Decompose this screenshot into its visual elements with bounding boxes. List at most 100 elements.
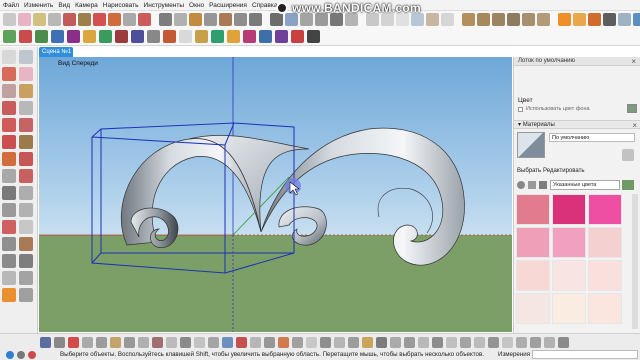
stamp-icon[interactable] [51,30,64,43]
walk-tool-icon[interactable] [2,271,16,285]
color-swatch[interactable] [588,260,622,291]
menu-camera[interactable]: Камера [75,2,98,9]
tool-33-icon[interactable] [530,337,541,348]
color-swatch[interactable] [588,293,622,324]
tool-17-icon[interactable] [306,337,317,348]
paint-icon[interactable] [189,13,202,26]
extension-11-icon[interactable] [275,30,288,43]
tool-23-icon[interactable] [390,337,401,348]
tab-select[interactable]: Выбрать [517,168,541,174]
tool-28-icon[interactable] [460,337,471,348]
textured-icon[interactable] [426,13,439,26]
section-cut-icon[interactable] [588,13,601,26]
tool-16-icon[interactable] [292,337,303,348]
tool-24-icon[interactable] [404,337,415,348]
center-scroll[interactable] [278,206,327,246]
arc-icon[interactable] [63,13,76,26]
tool-20-icon[interactable] [348,337,359,348]
move-icon[interactable] [93,13,106,26]
offset-tool-icon[interactable] [19,169,33,183]
zoom-icon[interactable] [234,13,247,26]
line-tool-icon[interactable] [19,84,33,98]
collection-dropdown[interactable]: Указанные цвета [550,180,620,190]
eraser-icon[interactable] [18,13,31,26]
tool-18-icon[interactable] [320,337,331,348]
tool-14-icon[interactable] [264,337,275,348]
pan-tool-icon[interactable] [19,237,33,251]
menu-help[interactable]: Справка [252,2,278,9]
circle-icon[interactable] [2,101,16,115]
tool-7-icon[interactable] [166,337,177,348]
scale-icon[interactable] [123,13,136,26]
color-swatch[interactable] [588,227,622,258]
flip-edge-icon[interactable] [99,30,112,43]
offset-icon[interactable] [138,13,151,26]
help-icon[interactable] [17,351,25,359]
menu-extensions[interactable]: Расширения [209,2,247,9]
tool-12-icon[interactable] [236,337,247,348]
background-color-swatch[interactable] [627,104,637,113]
menu-draw[interactable]: Нарисовать [103,2,139,9]
color-swatch[interactable] [516,227,550,258]
tool-5-icon[interactable] [138,337,149,348]
tool-6-icon[interactable] [152,337,163,348]
tool-19-icon[interactable] [334,337,345,348]
tab-edit[interactable]: Редактировать [543,168,584,174]
top-view-icon[interactable] [477,13,490,26]
sandbox-contours-icon[interactable] [3,30,16,43]
tool-13-icon[interactable] [250,337,261,348]
color-swatch[interactable] [516,293,550,324]
line-icon[interactable] [33,13,46,26]
back-view-icon[interactable] [522,13,535,26]
close-icon[interactable]: × [631,57,636,66]
use-color-checkbox[interactable] [518,107,523,112]
menu-view[interactable]: Вид [58,2,70,9]
select-tool-icon[interactable] [2,50,16,64]
pushpull-icon[interactable] [78,13,91,26]
menu-file[interactable]: Файл [3,2,19,9]
tool-21-icon[interactable] [362,337,373,348]
text-tool-icon[interactable] [19,203,33,217]
shape-icon[interactable] [48,13,61,26]
color-swatch[interactable] [516,194,550,225]
extension-12-icon[interactable] [291,30,304,43]
color-swatch[interactable] [516,260,550,291]
polygon-icon[interactable] [19,101,33,115]
create-material-icon[interactable] [622,149,634,161]
forward-icon[interactable] [528,181,536,189]
tool-4-icon[interactable] [124,337,135,348]
extension-10-icon[interactable] [259,30,272,43]
tool-26-icon[interactable] [432,337,443,348]
orbit-tool-icon[interactable] [2,237,16,251]
add-detail-icon[interactable] [83,30,96,43]
text-icon[interactable] [174,13,187,26]
scale-tool-icon[interactable] [2,169,16,183]
eraser-tool-icon[interactable] [19,67,33,81]
smoove-icon[interactable] [35,30,48,43]
axes-icon[interactable] [2,220,16,234]
left-view-icon[interactable] [537,13,550,26]
iso-view-icon[interactable] [462,13,475,26]
rotate-icon[interactable] [108,13,121,26]
look-around-icon[interactable] [19,271,33,285]
tape-icon[interactable] [159,13,172,26]
close-icon[interactable]: × [632,121,637,130]
color-swatch[interactable] [552,227,586,258]
rotate-tool-icon[interactable] [2,152,16,166]
right-view-icon[interactable] [507,13,520,26]
extension-6-icon[interactable] [195,30,208,43]
protractor-icon[interactable] [2,203,16,217]
pushpull-tool-icon[interactable] [19,135,33,149]
tool-22-icon[interactable] [376,337,387,348]
material-name-field[interactable]: По умолчанию [549,133,635,142]
credits-icon[interactable] [54,337,65,348]
fog-icon[interactable] [618,13,631,26]
extension-2-icon[interactable] [131,30,144,43]
tool-15-icon[interactable] [278,337,289,348]
component-tool-icon[interactable] [19,50,33,64]
home-icon[interactable] [539,181,547,189]
zoom-window-icon[interactable] [19,254,33,268]
tab-scene-1[interactable]: Сцена №1 [39,47,73,57]
tool-27-icon[interactable] [446,337,457,348]
tool-25-icon[interactable] [418,337,429,348]
